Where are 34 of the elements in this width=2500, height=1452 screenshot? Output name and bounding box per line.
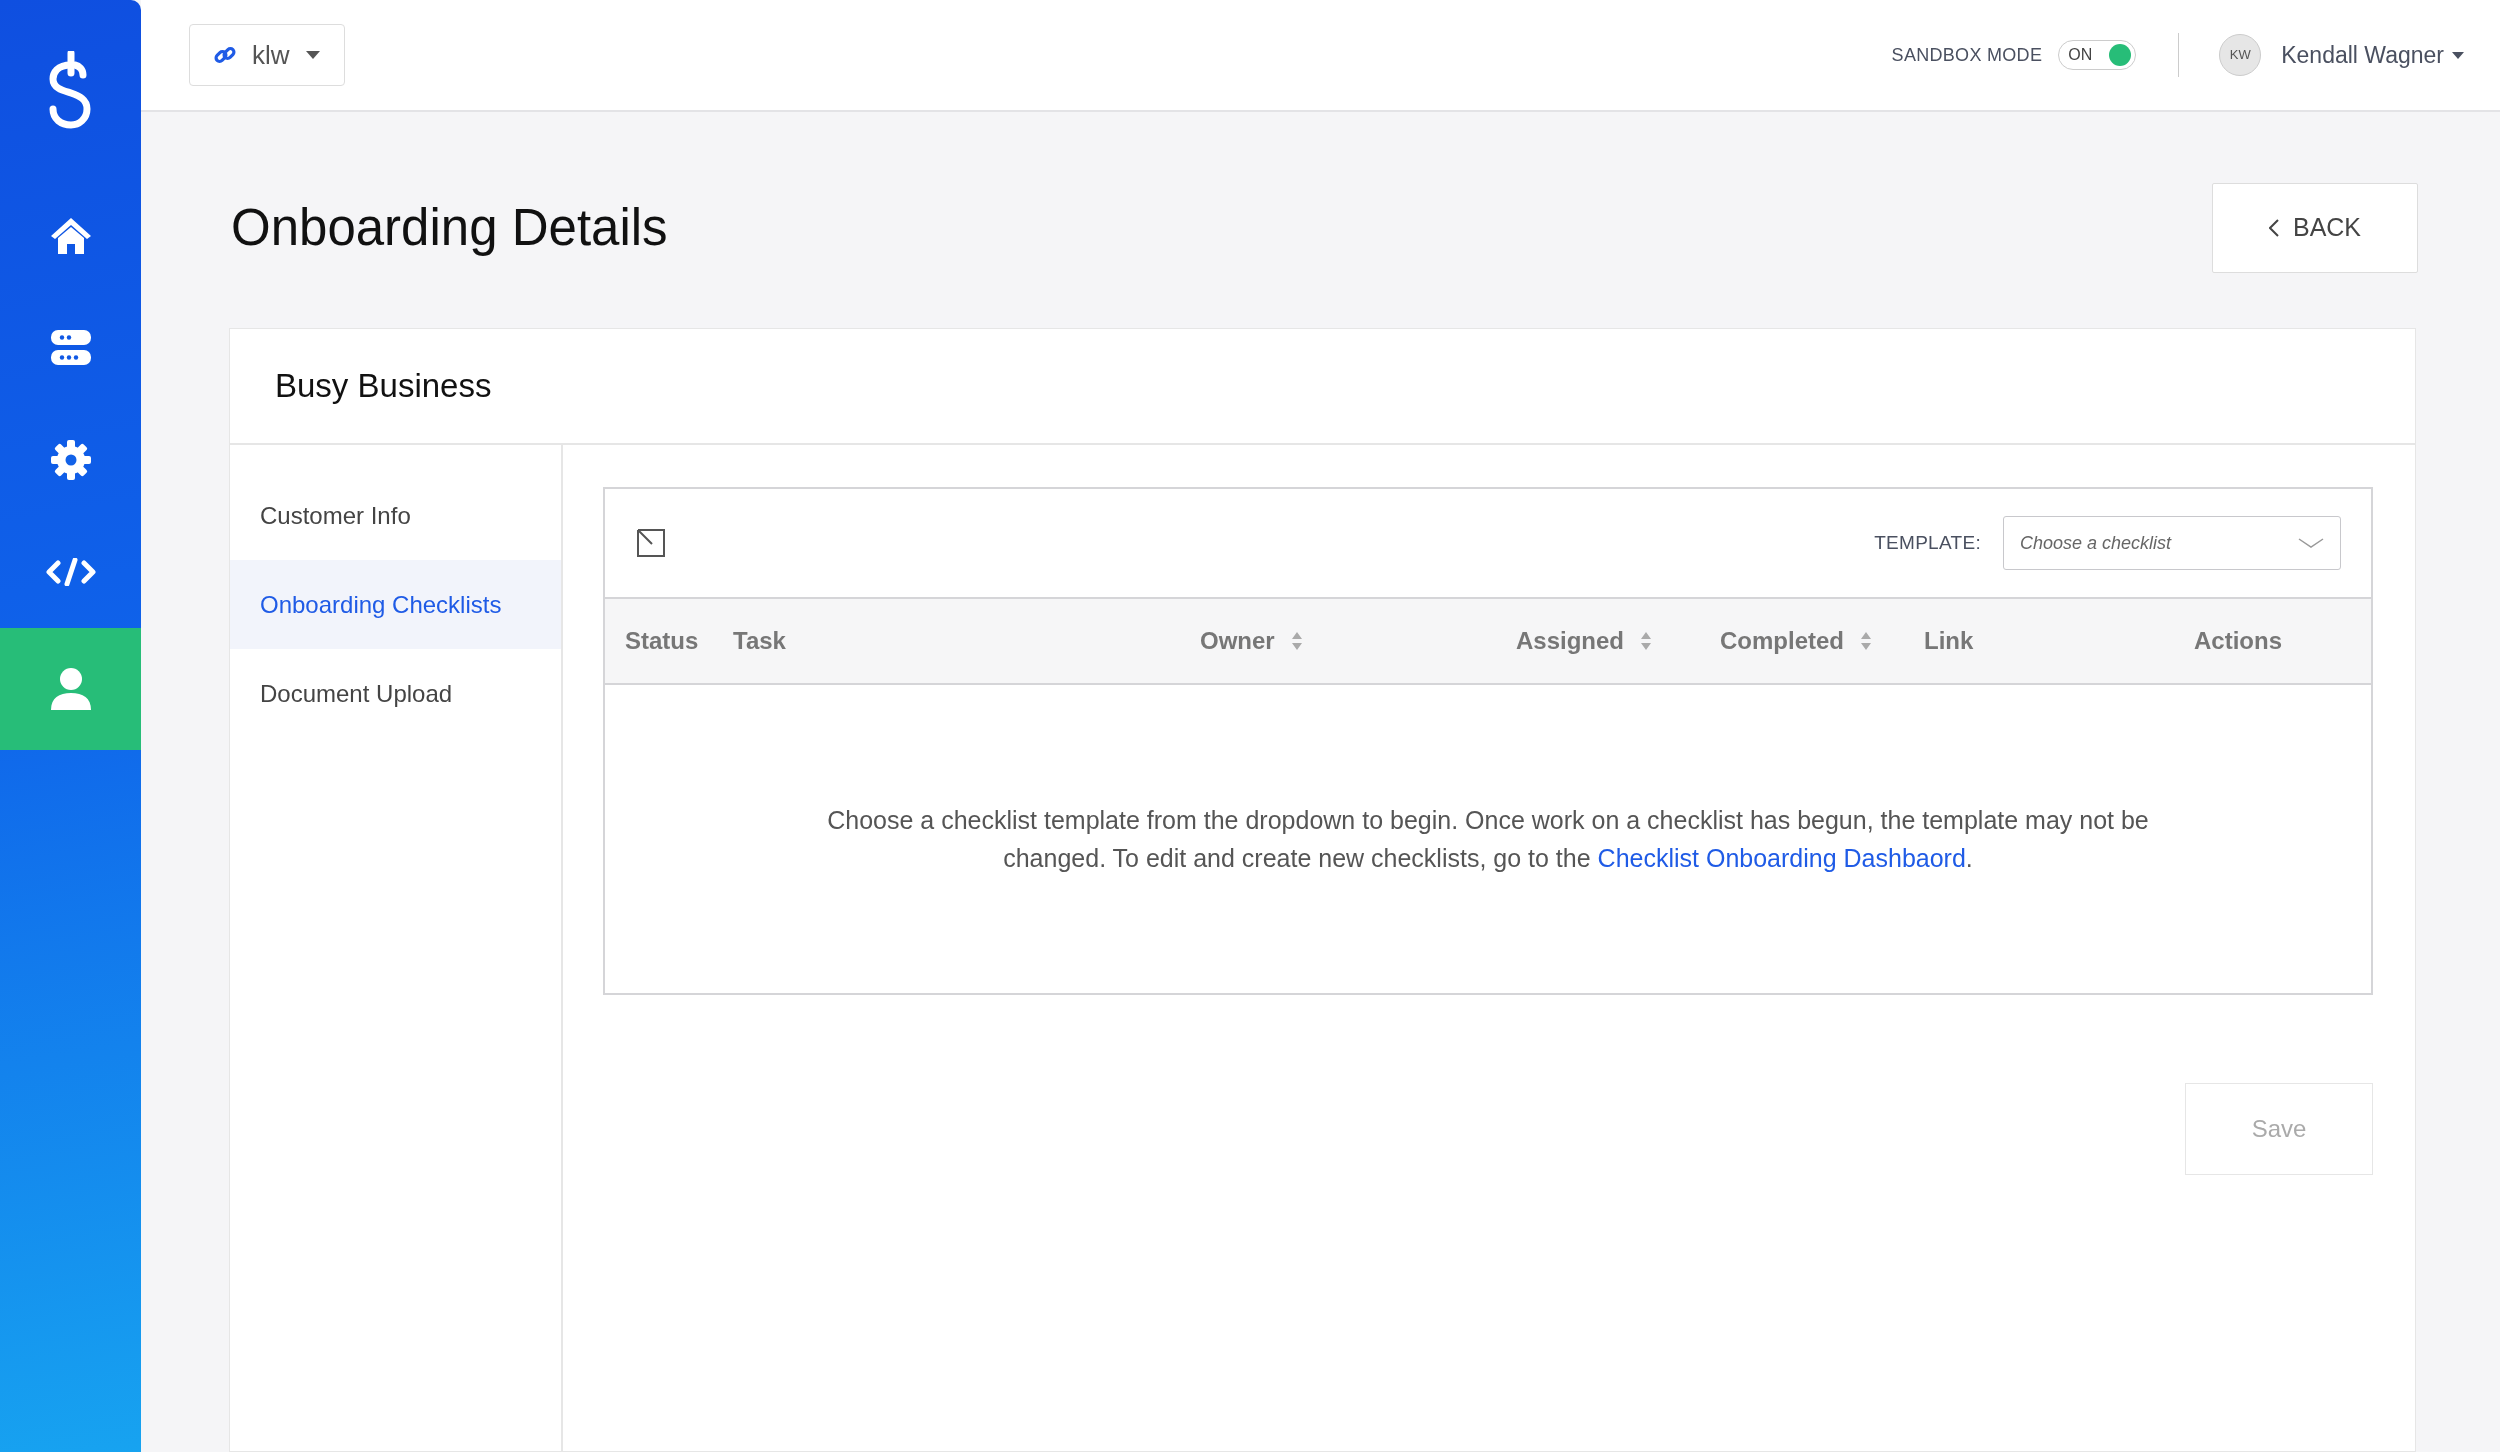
account-selector[interactable]: klw [189, 24, 345, 86]
template-label: TEMPLATE: [1874, 530, 1981, 555]
sort-icon [1290, 630, 1303, 652]
sort-icon [1640, 630, 1653, 652]
sort-icon [1860, 630, 1872, 652]
user-menu[interactable]: Kendall Wagner [2275, 36, 2470, 74]
link-icon [214, 44, 236, 66]
column-header: Actions [2194, 626, 2282, 656]
column-header: Link [1924, 626, 1974, 656]
chevron-down-icon [2298, 538, 2324, 548]
column-header[interactable]: Completed [1720, 623, 1872, 659]
page-title: Onboarding Details [231, 198, 668, 259]
column-header[interactable]: Assigned [1516, 623, 1653, 659]
caret-icon [2452, 51, 2464, 59]
card-title: Busy Business [230, 329, 2415, 445]
side-tab[interactable]: Onboarding Checklists [230, 560, 561, 649]
side-tab[interactable]: Document Upload [230, 649, 561, 738]
side-tab[interactable]: Customer Info [230, 471, 561, 560]
expand-icon[interactable] [635, 528, 667, 558]
back-button[interactable]: BACK [2212, 183, 2418, 273]
caret-icon [305, 51, 320, 59]
server-icon [50, 330, 91, 366]
code-icon [45, 558, 96, 586]
empty-state-message: Choose a checklist template from the dropdown to begin. Once work on a checklist has begun, the template may not be changed. To edit and create new checklists, go to the Checklist Onboarding Dashbaord. [826, 805, 2150, 874]
chevron-left-icon [2268, 219, 2279, 237]
user-avatar: KW [2219, 34, 2262, 76]
column-header: Status [625, 626, 699, 656]
dashboard-link[interactable]: Checklist Onboarding Dashbaord [1597, 844, 1966, 872]
template-dropdown[interactable]: Choose a checklist [2003, 516, 2341, 570]
gear-icon [49, 439, 92, 481]
column-header[interactable]: Owner [1200, 623, 1303, 659]
column-header: Task [733, 626, 786, 656]
user-icon [49, 667, 92, 711]
sandbox-mode-label: SANDBOX MODE [1891, 43, 2043, 67]
